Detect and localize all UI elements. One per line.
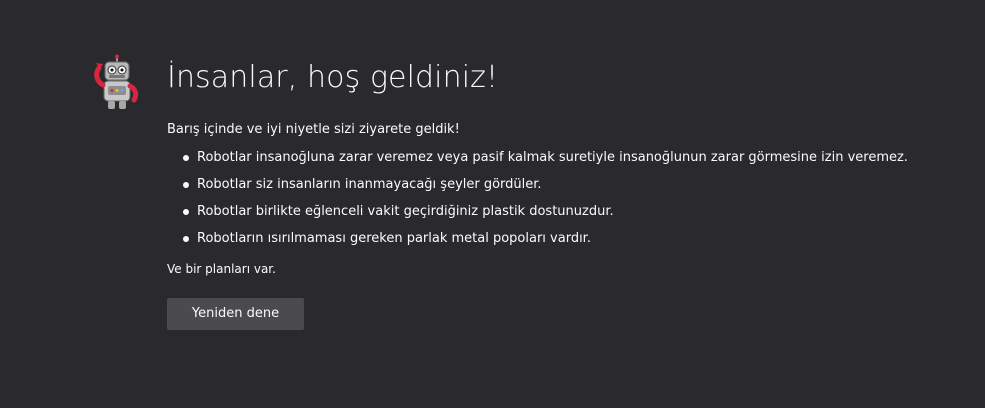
retry-button[interactable]: Yeniden dene: [167, 298, 304, 330]
robot-fact-text: Robotlar birlikte eğlenceli vakit geçird…: [197, 204, 614, 219]
intro-text: Barış içinde ve iyi niyetle sizi ziyaret…: [167, 122, 460, 137]
robot-facts-list: Robotlar insanoğluna zarar veremez veya …: [167, 150, 957, 247]
robot-fact-item: Robotlar insanoğluna zarar veremez veya …: [167, 150, 957, 166]
robot-fact-item: Robotlar siz insanların inanmayacağı şey…: [167, 177, 957, 193]
bullet-icon: [183, 155, 189, 161]
robot-fact-text: Robotların ısırılmaması gereken parlak m…: [197, 231, 591, 246]
page-title: İnsanlar, hoş geldiniz!: [167, 60, 499, 95]
robot-fact-item: Robotların ısırılmaması gereken parlak m…: [167, 231, 957, 247]
error-content: İnsanlar, hoş geldiniz! Barış içinde ve …: [167, 56, 957, 330]
bullet-icon: [183, 209, 189, 215]
robot-fact-text: Robotlar insanoğluna zarar veremez veya …: [197, 150, 908, 165]
plan-text: Ve bir planları var.: [167, 262, 276, 276]
bullet-icon: [183, 236, 189, 242]
robot-fact-text: Robotlar siz insanların inanmayacağı şey…: [197, 177, 542, 192]
robot-error-page: İnsanlar, hoş geldiniz! Barış içinde ve …: [0, 0, 985, 408]
robot-fact-item: Robotlar birlikte eğlenceli vakit geçird…: [167, 204, 957, 220]
robot-icon: [89, 54, 145, 110]
bullet-icon: [183, 182, 189, 188]
